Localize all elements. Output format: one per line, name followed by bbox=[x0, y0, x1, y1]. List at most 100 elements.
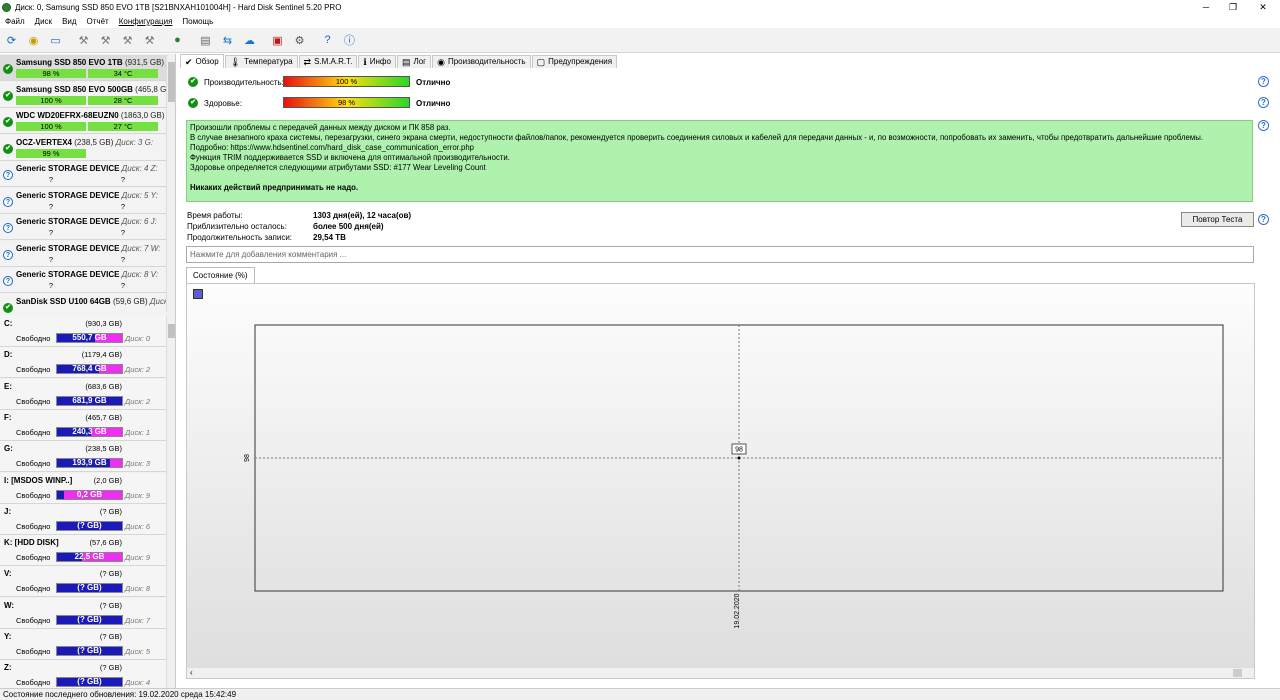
volume-item[interactable]: W: (? GB) Свободно (? GB) Диск: 7 bbox=[0, 597, 166, 629]
info-line: В случае внезапного краха системы, перез… bbox=[190, 133, 1204, 142]
check-icon: ✔ bbox=[185, 56, 193, 67]
disk-item[interactable]: ✔ Samsung SSD 850 EVO 500GB (465,8 GB) 10… bbox=[0, 81, 174, 108]
tab-log[interactable]: ▤ Лог bbox=[396, 55, 432, 68]
disk-tool-icon[interactable]: ⚒ bbox=[96, 31, 115, 50]
question-icon: ? bbox=[3, 170, 13, 180]
network-icon[interactable]: ☁ bbox=[240, 31, 259, 50]
remaining-label: Приблизительно осталось: bbox=[187, 222, 287, 231]
tab-health-history[interactable]: Состояние (%) bbox=[186, 267, 255, 283]
menu-file[interactable]: Файл bbox=[0, 17, 30, 26]
tab-info[interactable]: ℹ Инфо bbox=[358, 55, 396, 68]
check-icon: ✔ bbox=[3, 64, 13, 74]
disk-item[interactable]: ✔ OCZ-VERTEX4 (238,5 GB) Диск: 3 G: 99 % bbox=[0, 134, 166, 161]
tab-label: Лог bbox=[413, 57, 427, 66]
volume-disk: Диск: 5 bbox=[125, 647, 151, 656]
performance-icon: ◉ bbox=[437, 57, 445, 67]
volume-item[interactable]: J: (? GB) Свободно (? GB) Диск: 6 bbox=[0, 503, 166, 535]
disk-item[interactable]: ? Generic STORAGE DEVICE Диск: 4 Z:?? bbox=[0, 161, 166, 187]
volume-letter: I: [MSDOS WINP..] bbox=[4, 475, 73, 485]
disk-tool-icon[interactable]: ⚒ bbox=[118, 31, 137, 50]
disk-temperature: ? bbox=[120, 281, 126, 290]
volume-free-label: Свободно bbox=[16, 334, 51, 343]
disk-item[interactable]: ? Generic STORAGE DEVICE Диск: 8 V:?? bbox=[0, 267, 166, 293]
scroll-left-icon[interactable]: ‹ bbox=[190, 668, 193, 677]
tab-label: Инфо bbox=[369, 57, 391, 66]
retest-button[interactable]: Повтор Теста bbox=[1181, 212, 1254, 227]
minimize-button[interactable]: ─ bbox=[1191, 0, 1221, 15]
info-icon[interactable]: ⓘ bbox=[340, 31, 359, 50]
close-button[interactable]: ✕ bbox=[1248, 0, 1278, 15]
comment-field[interactable]: Нажмите для добавления комментария ... bbox=[186, 246, 1254, 263]
disk-list-scrollbar[interactable] bbox=[166, 54, 175, 312]
volume-item[interactable]: Z: (? GB) Свободно (? GB) Диск: 4 bbox=[0, 660, 166, 688]
tab-warnings[interactable]: ▢ Предупреждения bbox=[531, 55, 618, 68]
disk-health: 99 % bbox=[16, 148, 86, 158]
tab-check[interactable]: ✔ Обзор bbox=[180, 54, 224, 68]
help-icon[interactable]: ? bbox=[1258, 76, 1269, 87]
maximize-button[interactable]: ❐ bbox=[1218, 0, 1248, 15]
sync-icon[interactable]: ⇆ bbox=[218, 31, 237, 50]
scrollbar-thumb[interactable] bbox=[1233, 669, 1242, 677]
volume-free-bar: (? GB) bbox=[56, 677, 123, 688]
disk-temperature: ? bbox=[120, 201, 126, 211]
chart-scrollbar[interactable]: ‹ bbox=[187, 667, 1254, 678]
help-icon[interactable]: ? bbox=[1258, 214, 1269, 225]
disk-item[interactable]: ? Generic STORAGE DEVICE Диск: 5 Y:?? bbox=[0, 187, 166, 214]
volume-item[interactable]: E: (683,6 GB) Свободно 681,9 GB Диск: 2 bbox=[0, 378, 166, 410]
volume-item[interactable]: D: (1179,4 GB) Свободно 768,4 GB Диск: 2 bbox=[0, 347, 166, 379]
document-icon[interactable]: ▤ bbox=[196, 31, 215, 50]
info-line: Здоровье определяется следующими атрибут… bbox=[190, 163, 486, 172]
check-icon: ✔ bbox=[188, 98, 198, 108]
volume-item[interactable]: C: (930,3 GB) Свободно 550,7 GB Диск: 0 bbox=[0, 316, 166, 347]
tab-smart[interactable]: ⇄ S.M.A.R.T. bbox=[298, 55, 358, 68]
volume-disk: Диск: 2 bbox=[125, 365, 151, 375]
volume-free-bar: 550,7 GB bbox=[56, 333, 123, 343]
menu-help[interactable]: Помощь bbox=[177, 17, 218, 26]
disk-tool-icon[interactable]: ⚒ bbox=[74, 31, 93, 50]
disk-tool-icon[interactable]: ⚒ bbox=[140, 31, 159, 50]
disk-item[interactable]: ? Generic STORAGE DEVICE Диск: 6 J:?? bbox=[0, 214, 166, 240]
menu-report[interactable]: Отчёт bbox=[82, 17, 114, 26]
menu-disk[interactable]: Диск bbox=[30, 17, 57, 26]
tab-label: Предупреждения bbox=[548, 57, 613, 66]
refresh-icon[interactable]: ⟳ bbox=[2, 31, 21, 50]
volume-item[interactable]: V: (? GB) Свободно (? GB) Диск: 8 bbox=[0, 566, 166, 598]
alert-icon[interactable]: ▣ bbox=[268, 31, 287, 50]
disk-health: 98 % bbox=[16, 69, 86, 78]
globe-icon[interactable]: ● bbox=[168, 31, 187, 50]
remaining-value: более 500 дня(ей) bbox=[313, 222, 384, 231]
tab-thermometer[interactable]: 🌡 Температура bbox=[224, 55, 298, 68]
tab-performance[interactable]: ◉ Производительность bbox=[432, 55, 531, 68]
disk-health: 100 % bbox=[16, 95, 86, 105]
volume-free-label: Свободно bbox=[16, 396, 51, 406]
scrollbar-thumb[interactable] bbox=[168, 62, 175, 102]
volume-disk: Диск: 9 bbox=[125, 553, 151, 563]
volume-letter: K: [HDD DISK] bbox=[4, 538, 59, 548]
report-icon[interactable]: ▭ bbox=[46, 31, 65, 50]
info-conclusion: Никаких действий предпринимать не надо. bbox=[190, 183, 359, 192]
volume-item[interactable]: K: [HDD DISK] (57,6 GB) Свободно 22,5 GB Дис… bbox=[0, 535, 166, 567]
disk-item[interactable]: ✔Samsung SSD 850 EVO 1TB (931,5 GB) Д 98 … bbox=[0, 55, 172, 81]
volume-list-scrollbar[interactable] bbox=[166, 316, 175, 688]
info-line: Подробно: https://www.hdsentinel.com/har… bbox=[190, 143, 474, 152]
help-icon[interactable]: ? bbox=[1258, 97, 1269, 108]
disk-item[interactable]: ? Generic STORAGE DEVICE Диск: 7 W:?? bbox=[0, 240, 166, 267]
volume-item[interactable]: G: (238,5 GB) Свободно 193,9 GB Диск: 3 bbox=[0, 441, 166, 473]
help-icon[interactable]: ? bbox=[318, 31, 337, 50]
menu-view[interactable]: Вид bbox=[57, 17, 81, 26]
volume-total: (238,5 GB) bbox=[85, 444, 122, 454]
disk-name: Generic STORAGE DEVICE Диск: 4 Z: bbox=[16, 164, 158, 173]
volume-total: (? GB) bbox=[99, 569, 122, 579]
help-icon[interactable]: ? bbox=[1258, 120, 1269, 131]
disk-item[interactable]: ✔ WDC WD20EFRX-68EUZN0 (1863,0 GB) 100 % 2… bbox=[0, 108, 166, 134]
volume-item[interactable]: F: (465,7 GB) Свободно 240,3 GB Диск: 1 bbox=[0, 409, 166, 441]
volume-item[interactable]: I: [MSDOS WINP..] (2,0 GB) Свободно 0,2 GB Д… bbox=[0, 472, 166, 504]
gear-icon[interactable]: ⚙ bbox=[290, 31, 309, 50]
scrollbar-thumb[interactable] bbox=[168, 324, 175, 338]
menu-config[interactable]: Конфигурация bbox=[114, 17, 178, 26]
volume-letter: Y: bbox=[4, 632, 12, 641]
volume-free-label: Свободно bbox=[16, 678, 51, 688]
volume-item[interactable]: Y: (? GB) Свободно (? GB) Диск: 5 bbox=[0, 629, 166, 660]
sentinel-icon[interactable]: ◉ bbox=[24, 31, 43, 50]
x-tick-label: 19.02.2020 bbox=[734, 593, 741, 628]
